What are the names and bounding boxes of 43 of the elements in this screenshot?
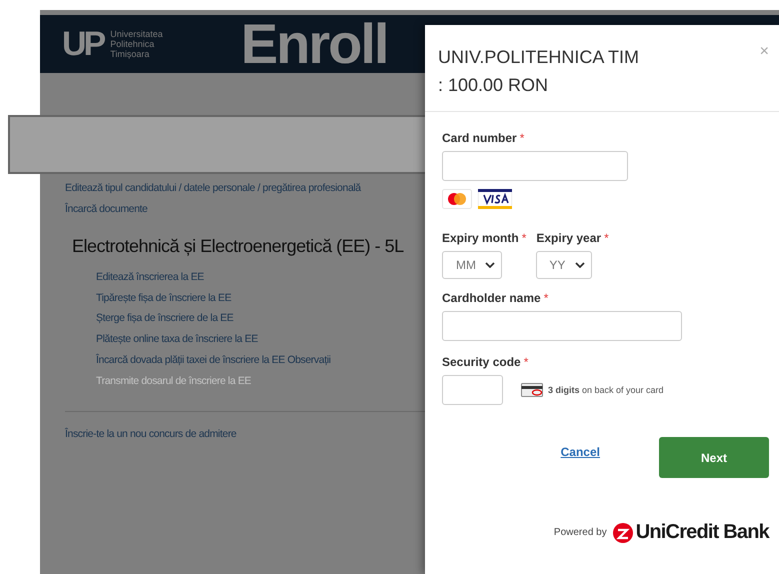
field-label: Expiry year bbox=[536, 231, 602, 245]
cardholder-name-field[interactable] bbox=[442, 311, 682, 341]
new-contest-link[interactable]: Înscrie-te la un nou concurs de admitere bbox=[65, 424, 236, 445]
chevron-down-icon bbox=[485, 262, 495, 268]
required-mark: * bbox=[544, 291, 548, 305]
profile-link[interactable]: Editează tipul candidatului / datele personale / pregătirea profesională bbox=[65, 178, 361, 198]
required-mark: * bbox=[520, 131, 524, 145]
merchant-name: UNIV.POLITEHNICA TIM bbox=[438, 46, 640, 69]
field-label: Expiry month bbox=[442, 231, 519, 245]
required-mark: * bbox=[524, 355, 528, 369]
security-code-hint: 3 digits on back of your card bbox=[548, 385, 664, 395]
security-code-field[interactable] bbox=[442, 375, 503, 405]
university-name: Universitatea bbox=[110, 29, 163, 39]
powered-by-label: Powered by bbox=[554, 527, 607, 538]
action-link[interactable]: Editează înscrierea la EE bbox=[96, 267, 331, 288]
cancel-link[interactable]: Cancel bbox=[560, 444, 600, 458]
logo-mark: UP bbox=[62, 24, 105, 64]
field-label: Cardholder name bbox=[442, 291, 541, 305]
profile-link[interactable]: Încarcă documente bbox=[65, 198, 148, 219]
payment-amount: : 100.00 RON bbox=[438, 74, 550, 97]
brand-logo: Enroll bbox=[240, 16, 388, 72]
expiry-year-select[interactable]: YY bbox=[536, 251, 592, 279]
action-link[interactable]: Șterge fișa de înscriere de la EE bbox=[96, 308, 331, 330]
university-name: Politehnica bbox=[110, 39, 156, 49]
chevron-down-icon bbox=[575, 262, 586, 268]
next-button[interactable]: Next bbox=[659, 437, 769, 478]
card-back-icon bbox=[521, 383, 543, 397]
required-mark: * bbox=[604, 231, 609, 245]
university-name: Timișoara bbox=[110, 49, 150, 59]
program-title: Electrotehnică și Electroenergetică (EE) - 5L bbox=[72, 236, 404, 257]
card-number-field[interactable] bbox=[442, 151, 628, 181]
action-link[interactable]: Tipărește fișa de înscriere la EE bbox=[96, 288, 331, 308]
expiry-month-select[interactable]: MM bbox=[442, 251, 502, 279]
action-link[interactable]: Încarcă dovada plății taxei de înscriere la EE Observații bbox=[96, 350, 331, 371]
field-label: Security code bbox=[442, 355, 521, 369]
visa-icon bbox=[478, 189, 512, 209]
required-mark: * bbox=[522, 231, 526, 245]
action-link[interactable]: Plătește online taxa de înscriere la EE bbox=[96, 329, 331, 350]
close-button[interactable]: × bbox=[760, 43, 769, 61]
mastercard-icon bbox=[442, 189, 472, 209]
bank-logo-icon bbox=[612, 522, 633, 542]
bank-name: UniCredit Bank bbox=[636, 521, 769, 544]
field-label: Card number bbox=[442, 131, 517, 145]
